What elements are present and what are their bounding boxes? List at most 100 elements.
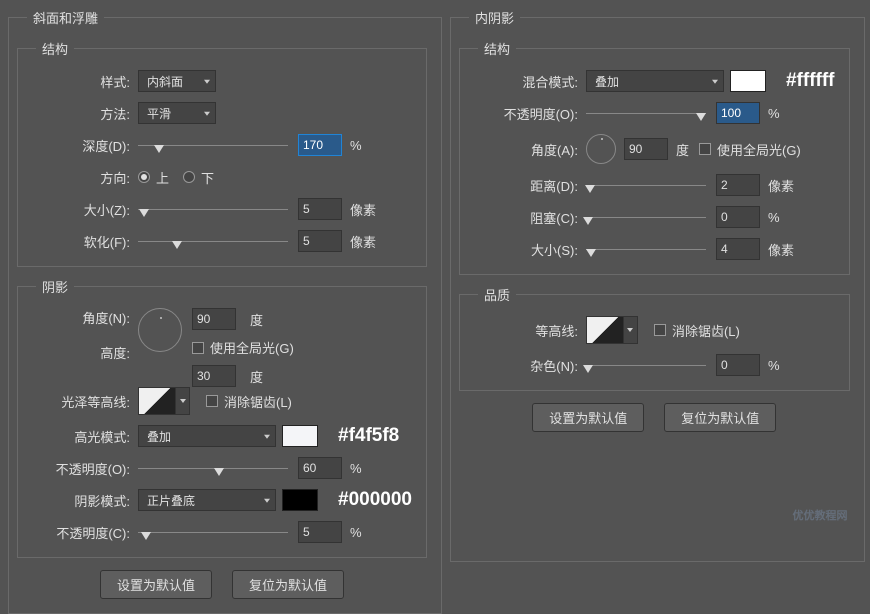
distance-input[interactable] xyxy=(716,174,760,196)
global-light-checkbox[interactable]: 使用全局光(G) xyxy=(192,338,294,357)
size-slider[interactable] xyxy=(138,199,288,219)
inner-shadow-hex: #ffffff xyxy=(786,70,835,92)
inner-shadow-title: 内阴影 xyxy=(469,8,520,27)
inner-shadow-color-swatch[interactable] xyxy=(730,70,766,92)
checkbox-icon xyxy=(654,324,666,336)
shadow-opacity-input[interactable] xyxy=(298,521,342,543)
depth-slider[interactable] xyxy=(138,135,288,155)
angle-unit: 度 xyxy=(250,310,263,329)
distance-label: 距离(D): xyxy=(468,176,586,195)
size-label: 大小(Z): xyxy=(26,200,138,219)
shadow-mode-select[interactable]: 正片叠底 xyxy=(138,489,276,511)
chevron-down-icon[interactable] xyxy=(624,316,638,344)
reset-default-button[interactable]: 复位为默认值 xyxy=(232,570,344,599)
chevron-down-icon[interactable] xyxy=(176,387,190,415)
size-slider-r[interactable] xyxy=(586,239,706,259)
gloss-contour-picker[interactable] xyxy=(138,387,176,415)
reset-default-button-r[interactable]: 复位为默认值 xyxy=(664,403,776,432)
choke-input[interactable] xyxy=(716,206,760,228)
angle-input-r[interactable] xyxy=(624,138,668,160)
noise-slider[interactable] xyxy=(586,355,706,375)
gloss-contour-label: 光泽等高线: xyxy=(26,392,138,411)
angle-unit-r: 度 xyxy=(676,140,689,159)
style-label: 样式: xyxy=(26,72,138,91)
watermark: 优优教程网 xyxy=(793,507,848,523)
style-select[interactable]: 内斜面 xyxy=(138,70,216,92)
size-label-r: 大小(S): xyxy=(468,240,586,259)
soften-slider[interactable] xyxy=(138,231,288,251)
checkbox-icon xyxy=(192,342,204,354)
shading-group: 阴影 角度(N): 高度: 度 xyxy=(17,277,427,558)
highlight-opacity-unit: % xyxy=(350,461,362,476)
bevel-emboss-panel: 斜面和浮雕 结构 样式: 内斜面 方法: 平滑 深度(D): % 方向: xyxy=(8,8,442,614)
angle-label-r: 角度(A): xyxy=(468,140,586,159)
structure-title: 结构 xyxy=(36,39,74,58)
highlight-opacity-slider[interactable] xyxy=(138,458,288,478)
depth-unit: % xyxy=(350,138,362,153)
angle-dial-r[interactable] xyxy=(586,134,616,164)
radio-icon xyxy=(138,171,150,183)
antialiased-checkbox[interactable]: 消除锯齿(L) xyxy=(206,392,292,411)
soften-unit: 像素 xyxy=(350,232,376,251)
radio-icon xyxy=(183,171,195,183)
quality-group: 品质 等高线: 消除锯齿(L) 杂色(N): % xyxy=(459,285,850,391)
noise-input[interactable] xyxy=(716,354,760,376)
noise-label: 杂色(N): xyxy=(468,356,586,375)
direction-up-radio[interactable]: 上 xyxy=(138,168,169,187)
structure-group: 结构 样式: 内斜面 方法: 平滑 深度(D): % 方向: xyxy=(17,39,427,267)
distance-slider[interactable] xyxy=(586,175,706,195)
inner-shadow-panel: 内阴影 结构 混合模式: 叠加 #ffffff 不透明度(O): % 角度(A)… xyxy=(450,8,865,562)
highlight-mode-label: 高光模式: xyxy=(26,427,138,446)
direction-label: 方向: xyxy=(26,168,138,187)
noise-unit: % xyxy=(768,358,780,373)
direction-down-radio[interactable]: 下 xyxy=(183,168,214,187)
make-default-button-r[interactable]: 设置为默认值 xyxy=(532,403,644,432)
highlight-mode-select[interactable]: 叠加 xyxy=(138,425,276,447)
checkbox-icon xyxy=(206,395,218,407)
blend-mode-select[interactable]: 叠加 xyxy=(586,70,724,92)
angle-input[interactable] xyxy=(192,308,236,330)
depth-label: 深度(D): xyxy=(26,136,138,155)
angle-dial[interactable] xyxy=(138,308,182,352)
altitude-input[interactable] xyxy=(192,365,236,387)
depth-input[interactable] xyxy=(298,134,342,156)
distance-unit: 像素 xyxy=(768,176,794,195)
shadow-opacity-slider[interactable] xyxy=(138,522,288,542)
shading-title: 阴影 xyxy=(36,277,74,296)
size-unit: 像素 xyxy=(350,200,376,219)
highlight-color-swatch[interactable] xyxy=(282,425,318,447)
soften-input[interactable] xyxy=(298,230,342,252)
size-unit-r: 像素 xyxy=(768,240,794,259)
shadow-mode-label: 阴影模式: xyxy=(26,491,138,510)
altitude-label: 高度: xyxy=(26,343,138,362)
bevel-emboss-title: 斜面和浮雕 xyxy=(27,8,104,27)
make-default-button[interactable]: 设置为默认值 xyxy=(100,570,212,599)
highlight-opacity-input[interactable] xyxy=(298,457,342,479)
size-input-r[interactable] xyxy=(716,238,760,260)
highlight-hex: #f4f5f8 xyxy=(338,425,399,447)
opacity-label: 不透明度(O): xyxy=(468,104,586,123)
antialiased-checkbox-r[interactable]: 消除锯齿(L) xyxy=(654,321,740,340)
altitude-unit: 度 xyxy=(250,367,263,386)
choke-slider[interactable] xyxy=(586,207,706,227)
contour-picker[interactable] xyxy=(586,316,624,344)
technique-select[interactable]: 平滑 xyxy=(138,102,216,124)
opacity-input[interactable] xyxy=(716,102,760,124)
structure-group-r: 结构 混合模式: 叠加 #ffffff 不透明度(O): % 角度(A): xyxy=(459,39,850,275)
shadow-color-swatch[interactable] xyxy=(282,489,318,511)
global-light-checkbox-r[interactable]: 使用全局光(G) xyxy=(699,140,801,159)
quality-title: 品质 xyxy=(478,285,516,304)
shadow-hex: #000000 xyxy=(338,489,412,511)
choke-label: 阻塞(C): xyxy=(468,208,586,227)
soften-label: 软化(F): xyxy=(26,232,138,251)
shadow-opacity-label: 不透明度(C): xyxy=(26,523,138,542)
opacity-slider[interactable] xyxy=(586,103,706,123)
size-input[interactable] xyxy=(298,198,342,220)
checkbox-icon xyxy=(699,143,711,155)
angle-label: 角度(N): xyxy=(26,308,138,327)
highlight-opacity-label: 不透明度(O): xyxy=(26,459,138,478)
shadow-opacity-unit: % xyxy=(350,525,362,540)
opacity-unit: % xyxy=(768,106,780,121)
structure-title-r: 结构 xyxy=(478,39,516,58)
technique-label: 方法: xyxy=(26,104,138,123)
